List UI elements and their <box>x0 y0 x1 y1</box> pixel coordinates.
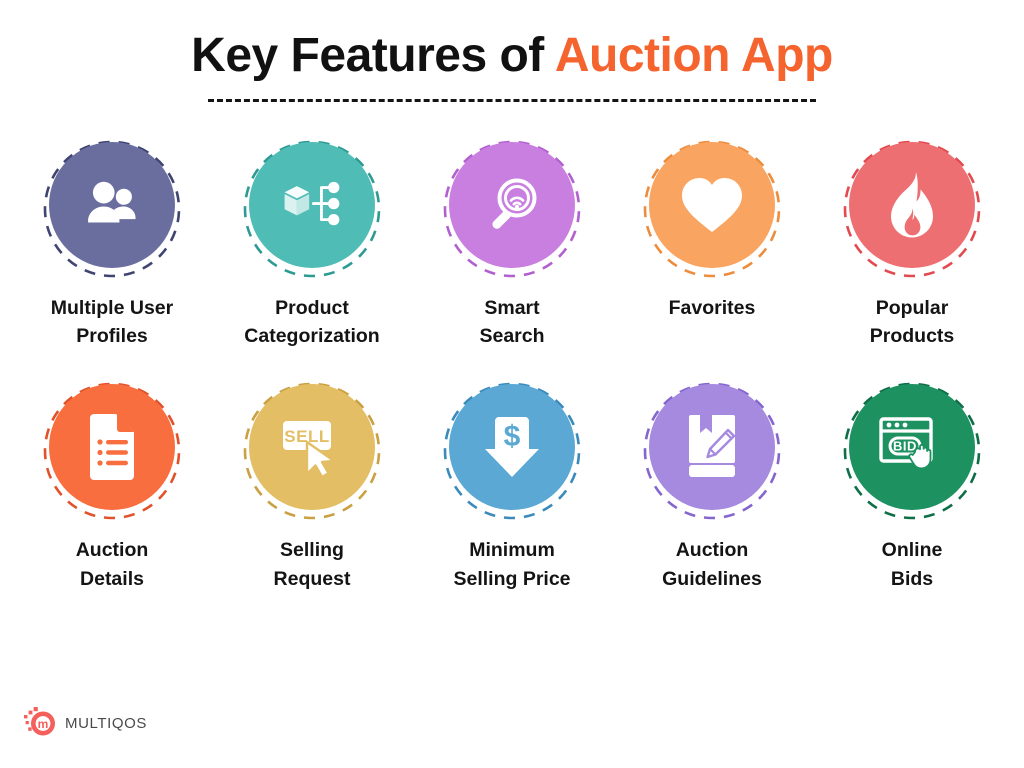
bid-click-icon: BID <box>879 417 933 470</box>
brand-name: MULTIQOS <box>65 714 148 732</box>
icon-circle: $ <box>449 384 575 511</box>
feature-label: Product Categorization <box>244 296 380 348</box>
icon-container <box>841 138 983 280</box>
multiqos-mark-icon: m <box>24 706 58 740</box>
users-icon <box>88 181 136 223</box>
icon-circle <box>249 141 375 268</box>
feature-label: Selling Request <box>273 539 351 590</box>
page-title-main: Key Features of <box>191 29 555 82</box>
dollar-down-arrow-icon: $ <box>485 417 539 478</box>
svg-text:$: $ <box>504 420 521 453</box>
icon-container: $ <box>441 380 583 522</box>
features-grid: Multiple User Profiles Product Categoriz… <box>0 138 1024 593</box>
feature-item-product-categorization[interactable]: Product Categorization <box>212 138 412 351</box>
page-title-accent: Auction App <box>554 29 834 82</box>
feature-item-favorites[interactable]: Favorites <box>612 138 812 322</box>
feature-item-auction-guidelines[interactable]: Auction Guidelines <box>612 380 812 593</box>
feature-item-auction-details[interactable]: Auction Details <box>12 380 212 593</box>
feature-item-minimum-selling-price[interactable]: $ Minimum Selling Price <box>412 380 612 593</box>
icon-circle <box>49 141 175 268</box>
feature-item-selling-request[interactable]: SELL Selling Request <box>212 380 412 593</box>
icon-circle <box>649 384 775 511</box>
feature-label: Smart Search <box>479 296 545 348</box>
feature-label: Popular Products <box>869 296 955 348</box>
feature-label: Online Bids <box>881 539 943 590</box>
icon-container: BID <box>841 380 983 522</box>
feature-label: Multiple User Profiles <box>50 296 174 348</box>
icon-container <box>41 380 183 522</box>
icon-circle <box>49 384 175 511</box>
flame-icon <box>891 171 933 238</box>
svg-text:m: m <box>38 717 49 731</box>
icon-circle: SELL <box>249 384 375 511</box>
feature-label: Favorites <box>668 296 756 319</box>
feature-label: Auction Guidelines <box>662 539 762 590</box>
brand-logo[interactable]: m MULTIQOS <box>24 706 147 740</box>
page-header: Key Features of Auction App <box>0 0 1024 102</box>
sell-cursor-icon: SELL <box>283 421 336 479</box>
icon-circle <box>849 141 975 268</box>
icon-circle <box>449 141 575 268</box>
icon-container <box>241 138 383 280</box>
product-category-icon <box>284 181 340 226</box>
feature-item-multiple-user-profiles[interactable]: Multiple User Profiles <box>12 138 212 351</box>
icon-circle <box>649 141 775 268</box>
feature-item-smart-search[interactable]: Smart Search <box>412 138 612 351</box>
smart-search-icon <box>492 178 537 229</box>
icon-container <box>441 138 583 280</box>
icon-circle: BID <box>849 384 975 511</box>
feature-label: Auction Details <box>75 539 149 590</box>
feature-label: Minimum Selling Price <box>453 539 571 590</box>
book-pencil-icon <box>689 415 736 478</box>
icon-container <box>641 138 783 280</box>
feature-item-online-bids[interactable]: BID Online Bids <box>812 380 1012 593</box>
feature-item-popular-products[interactable]: Popular Products <box>812 138 1012 351</box>
document-list-icon <box>90 414 134 481</box>
features-row-1: Multiple User Profiles Product Categoriz… <box>0 138 1024 351</box>
icon-container <box>41 138 183 280</box>
icon-container: SELL <box>241 380 383 522</box>
svg-text:BID: BID <box>893 439 917 454</box>
title-dashed-divider <box>208 98 816 102</box>
icon-container <box>641 380 783 522</box>
page-title: Key Features of Auction App <box>0 29 1024 83</box>
features-row-2: Auction Details SELL Selling Request $ M… <box>0 380 1024 593</box>
heart-icon <box>682 177 742 232</box>
